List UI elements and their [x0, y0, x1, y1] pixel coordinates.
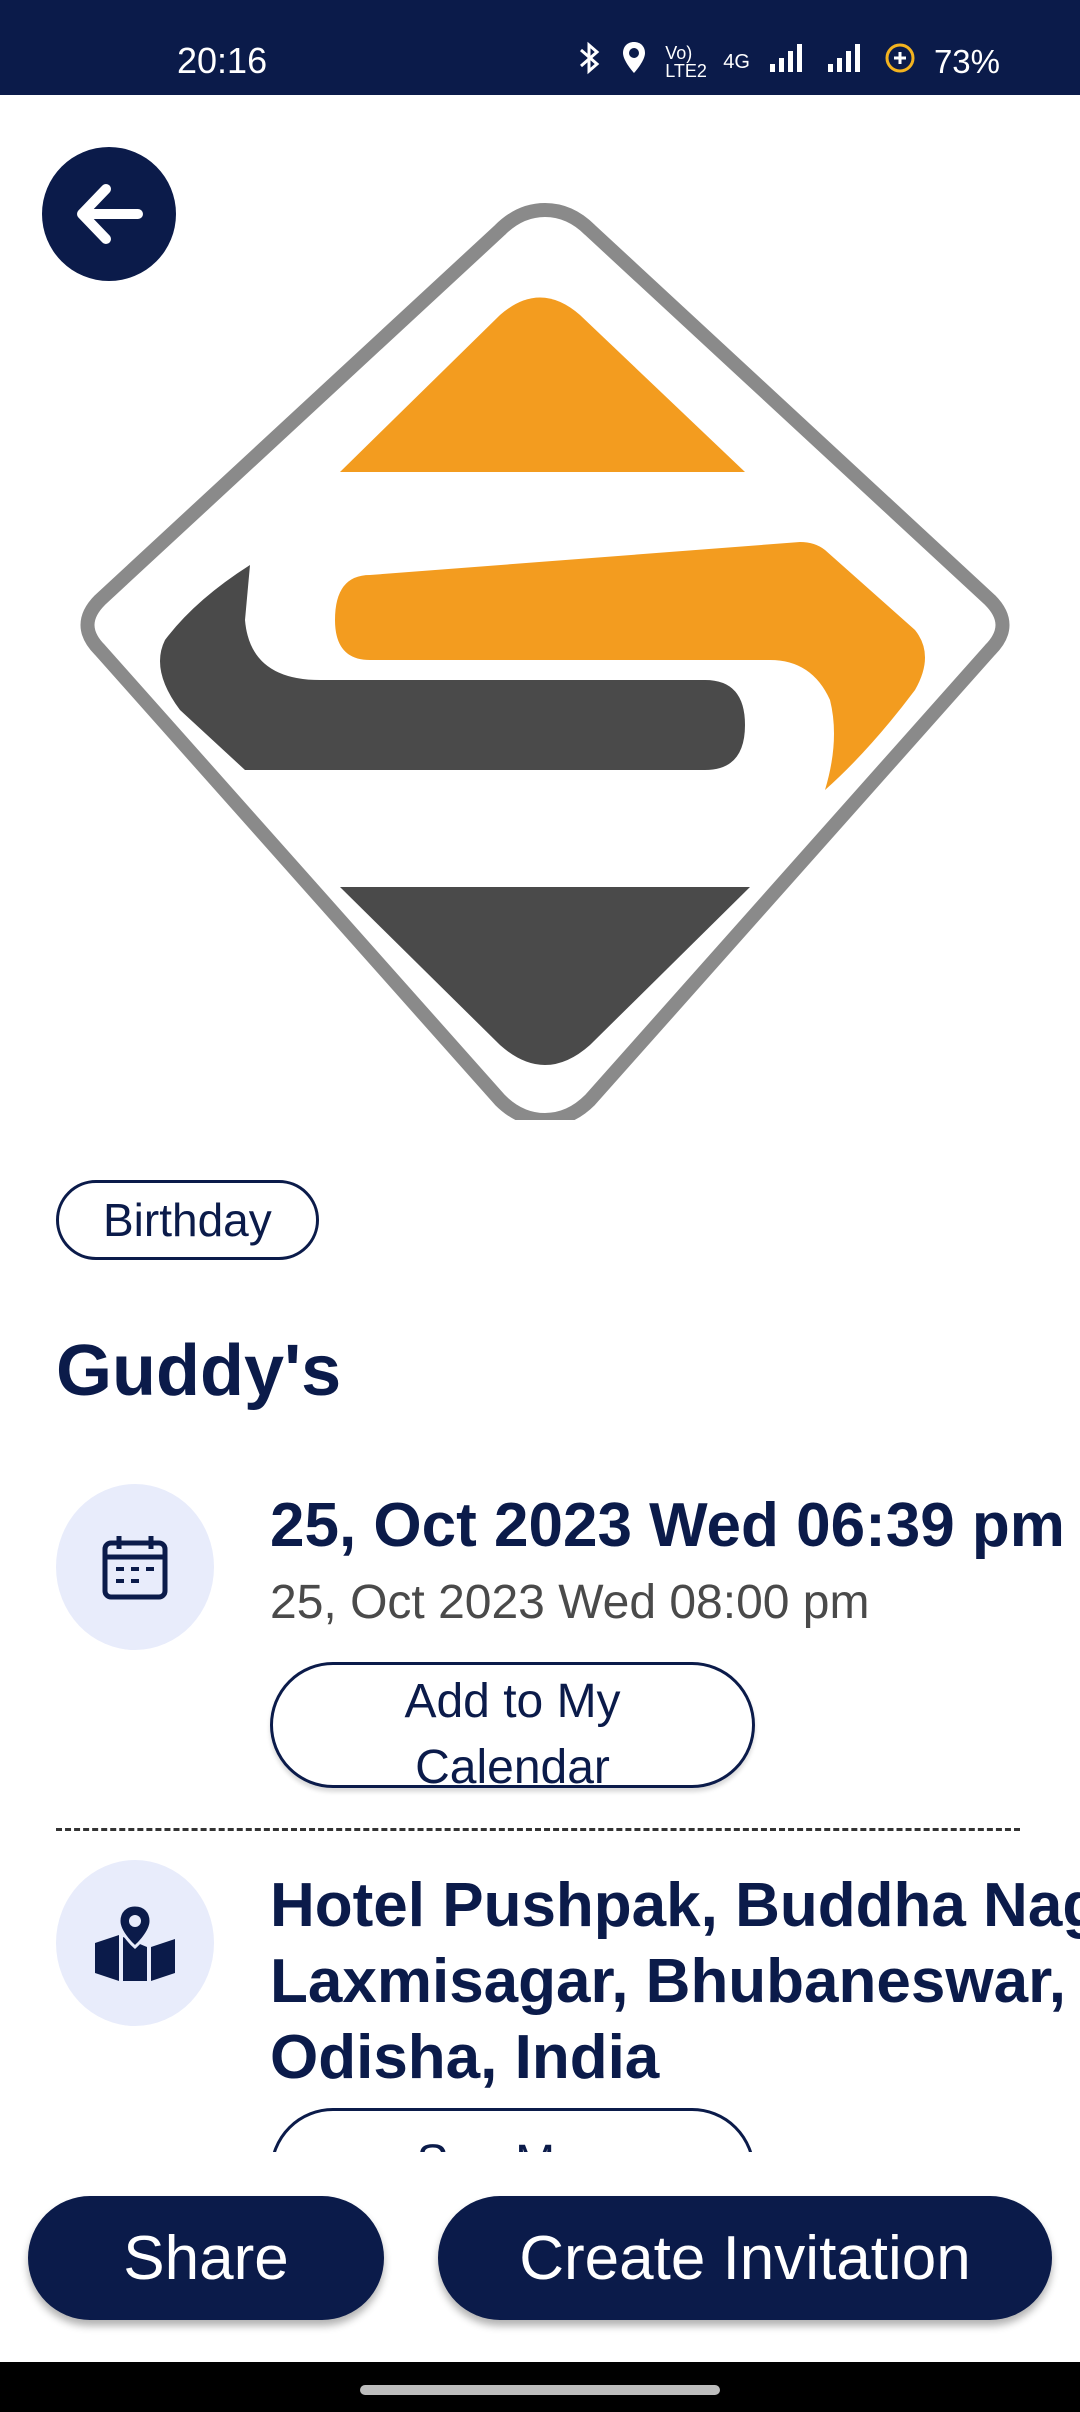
bluetooth-icon	[577, 40, 603, 84]
signal-icon	[768, 42, 808, 82]
home-gesture-handle[interactable]	[360, 2385, 720, 2395]
battery-level: 73%	[933, 43, 1000, 80]
event-start-datetime: 25, Oct 2023 Wed 06:39 pm	[270, 1491, 1065, 1560]
event-cover-image	[0, 180, 1080, 1122]
battery-saver-icon	[884, 42, 916, 82]
location-icon	[621, 40, 647, 84]
event-address: Hotel Pushpak, Buddha Nagar, Laxmisagar,…	[270, 1871, 1080, 2092]
event-end-datetime: 25, Oct 2023 Wed 08:00 pm	[270, 1576, 870, 1629]
status-time: 20:16	[177, 40, 268, 81]
back-button[interactable]	[42, 147, 176, 281]
create-invitation-button[interactable]: Create Invitation	[438, 2196, 1052, 2320]
add-to-calendar-label: Add to My Calendar	[404, 1675, 621, 1788]
status-icons: Vo) LTE2 4G 73%	[577, 40, 1000, 84]
map-icon	[95, 1903, 175, 1981]
section-divider	[56, 1828, 1020, 1831]
add-to-calendar-button[interactable]: Add to My Calendar	[270, 1662, 755, 1788]
category-chip: Birthday	[56, 1180, 319, 1260]
network-label: 4G	[723, 50, 750, 73]
share-button[interactable]: Share	[28, 2196, 384, 2320]
calendar-icon-badge	[56, 1484, 214, 1650]
volte-label: Vo) LTE2	[665, 43, 707, 81]
event-title: Guddy's	[56, 1331, 342, 1411]
signal-icon-2	[826, 42, 866, 82]
status-bar: 20:16 Vo) LTE2 4G 73%	[0, 0, 1080, 95]
see-map-label: See Map	[270, 2108, 755, 2152]
map-icon-badge	[56, 1860, 214, 2026]
brand-logo-icon	[80, 202, 1010, 1122]
see-map-button[interactable]: See Map	[270, 2108, 755, 2152]
calendar-icon	[102, 1536, 168, 1600]
arrow-left-icon	[77, 184, 143, 244]
